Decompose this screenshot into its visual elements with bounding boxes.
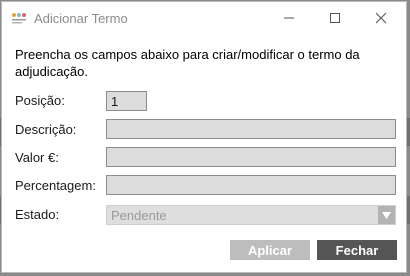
estado-select[interactable]: Pendente [106, 205, 396, 225]
window-title: Adicionar Termo [34, 11, 128, 26]
estado-dropdown-toggle[interactable] [378, 206, 395, 224]
minimize-icon [284, 17, 294, 19]
percentagem-input[interactable] [106, 175, 396, 195]
instructions-text: Preencha os campos abaixo para criar/mod… [15, 47, 360, 79]
posicao-label: Posição: [15, 93, 65, 108]
minimize-button[interactable] [266, 2, 312, 34]
estado-selected-value: Pendente [111, 208, 167, 223]
estado-label: Estado: [15, 207, 60, 222]
descricao-label: Descrição: [15, 122, 77, 137]
percentagem-label: Percentagem: [15, 178, 96, 193]
title-bar[interactable]: Adicionar Termo [2, 2, 406, 34]
maximize-button[interactable] [312, 2, 358, 34]
chevron-down-icon [382, 212, 391, 219]
apply-button[interactable]: Aplicar [230, 240, 310, 260]
valor-input[interactable] [106, 147, 396, 167]
close-window-button[interactable] [358, 2, 404, 34]
descricao-input[interactable] [106, 119, 396, 139]
valor-label: Valor €: [15, 150, 59, 165]
dialog-window: Adicionar Termo Preencha os campos abaix… [1, 1, 407, 273]
posicao-input[interactable] [106, 91, 147, 111]
maximize-icon [330, 13, 340, 23]
close-icon [375, 12, 387, 24]
app-logo-icon [12, 13, 26, 24]
close-button[interactable]: Fechar [317, 240, 397, 260]
